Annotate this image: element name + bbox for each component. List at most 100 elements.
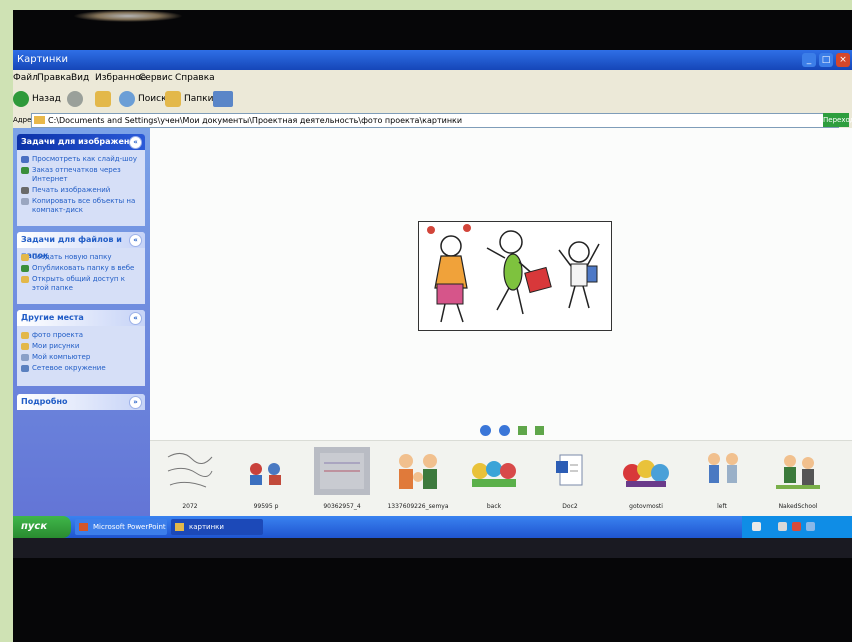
back-arrow-icon [13,90,29,107]
other-places-header[interactable]: Другие места « [17,310,145,326]
menu-tools[interactable]: Сервис [139,70,173,86]
task-new-folder[interactable]: Создать новую папку [21,253,141,262]
collapse-chevron-icon[interactable]: « [129,136,142,149]
rotate-counterclockwise-icon[interactable] [535,426,545,435]
taskbar-powerpoint[interactable]: Microsoft PowerPoint [75,519,167,535]
computer-icon [21,354,29,361]
filmstrip-view: 2072 99595 p 90362957_4 1337609226_semya… [150,128,852,517]
details-panel: Подробно » [17,394,145,410]
family-image [390,447,446,495]
web-publish-icon [21,265,29,272]
menu-help[interactable]: Справка [175,70,215,86]
collapse-chevron-icon[interactable]: « [129,234,142,247]
address-input[interactable]: C:\Documents and Settings\учен\Мои докум… [31,113,839,128]
thumbnail-caption: NakedSchool [778,503,818,510]
forward-button[interactable] [67,90,86,108]
back-label: Назад [32,94,61,104]
image-preview[interactable] [418,221,612,331]
back-button[interactable]: Назад [13,90,61,108]
expand-chevron-icon[interactable]: » [129,396,142,409]
menu-file[interactable]: Файл [13,70,38,86]
collapse-chevron-icon[interactable]: « [129,312,142,325]
filmstrip: 2072 99595 p 90362957_4 1337609226_semya… [150,440,852,517]
monitor-frame: Картинки _ □ × Файл Правка Вид Избранное… [13,10,852,642]
handwriting-image [162,447,218,495]
thumbnail-caption: 90362957_4 [323,503,361,510]
image-tasks-title: Задачи для изображений [21,137,141,146]
tray-app-icon[interactable] [792,522,801,531]
rotate-clockwise-icon[interactable] [518,426,528,435]
search-label: Поиск [138,94,167,104]
thumbnail-caption: 2072 [182,503,198,510]
place-my-computer[interactable]: Мой компьютер [21,353,141,362]
image-tasks-header[interactable]: Задачи для изображений « [17,134,145,150]
thumbnail-item[interactable]: back [462,447,526,515]
maximize-button[interactable]: □ [819,53,833,67]
language-icon[interactable] [752,522,761,531]
task-publish-web[interactable]: Опубликовать папку в вебе [21,264,141,273]
thumbnail-item[interactable]: 90362957_4 [310,447,374,515]
globe-icon [21,167,29,174]
forward-arrow-icon [67,90,83,107]
colorful-kids-image [466,447,522,495]
thumbnail-item[interactable]: left [690,447,754,515]
taskbar: пуск Microsoft PowerPoint картинки [13,516,852,538]
file-tasks-header[interactable]: Задачи для файлов и папок « [17,232,145,260]
window-title: Картинки [17,54,68,65]
thumbnail-item[interactable]: gotovmosti [614,447,678,515]
thumbnail-item[interactable]: Doc2 [538,447,602,515]
go-label: Переход [823,116,852,124]
tray-app-icon[interactable] [806,522,815,531]
window-titlebar[interactable]: Картинки _ □ × [13,50,852,70]
task-print[interactable]: Печать изображений [21,186,141,195]
other-places-panel: Другие места « фото проекта Мои рисунки … [17,310,145,386]
place-network[interactable]: Сетевое окружение [21,364,141,373]
place-project-photos[interactable]: фото проекта [21,331,141,340]
details-header[interactable]: Подробно » [17,394,145,410]
thumbnail-item[interactable]: 99595 p [234,447,298,515]
cd-icon [21,198,29,205]
task-order-prints[interactable]: Заказ отпечатков через Интернет [21,166,141,184]
menu-bar: Файл Правка Вид Избранное Сервис Справка [13,70,852,86]
taskbar-pictures-folder[interactable]: картинки [171,519,263,535]
thumbnail-item[interactable]: 1337609226_semya [386,447,450,515]
views-button[interactable] [213,90,236,108]
other-places-title: Другие места [21,313,84,322]
document-photo-image [314,447,370,495]
task-pane: Задачи для изображений « Просмотреть как… [13,128,150,516]
address-bar: Адрес: C:\Documents and Settings\учен\Мо… [13,112,852,128]
task-slideshow[interactable]: Просмотреть как слайд-шоу [21,155,141,164]
go-button[interactable]: Переход [823,113,852,127]
task-copy-cd[interactable]: Копировать все объекты на компакт-диск [21,197,141,215]
kids-fighting-image [770,447,826,495]
task-share-folder[interactable]: Открыть общий доступ к этой папке [21,275,141,293]
kids-talking-image [238,447,294,495]
viewer-controls [480,420,547,439]
previous-image-button[interactable] [480,425,491,436]
close-button[interactable]: × [836,53,850,67]
tray-app-icon[interactable] [778,522,787,531]
folder-icon [175,523,184,531]
screen-bezel [13,538,852,558]
folder-up-icon [95,90,111,107]
thumbnail-caption: 99595 p [253,503,279,510]
new-folder-icon [21,254,29,261]
network-icon [21,365,29,372]
minimize-button[interactable]: _ [802,53,816,67]
thumbnail-caption: Doc2 [562,503,578,510]
start-button[interactable]: пуск [13,516,71,538]
thumbnail-caption: back [486,503,502,510]
share-folder-icon [21,276,29,283]
kids-cartoon-image [427,224,600,323]
thumbnail-item[interactable]: 2072 [158,447,222,515]
folders-button[interactable]: Папки [165,90,213,108]
search-icon [119,90,135,107]
thumbnail-item[interactable]: NakedSchool [766,447,830,515]
menu-view[interactable]: Вид [71,70,89,86]
up-folder-button[interactable] [95,90,114,108]
search-button[interactable]: Поиск [119,90,167,108]
place-my-pictures[interactable]: Мои рисунки [21,342,141,351]
folder-icon [34,116,45,124]
menu-edit[interactable]: Правка [37,70,71,86]
next-image-button[interactable] [499,425,511,436]
